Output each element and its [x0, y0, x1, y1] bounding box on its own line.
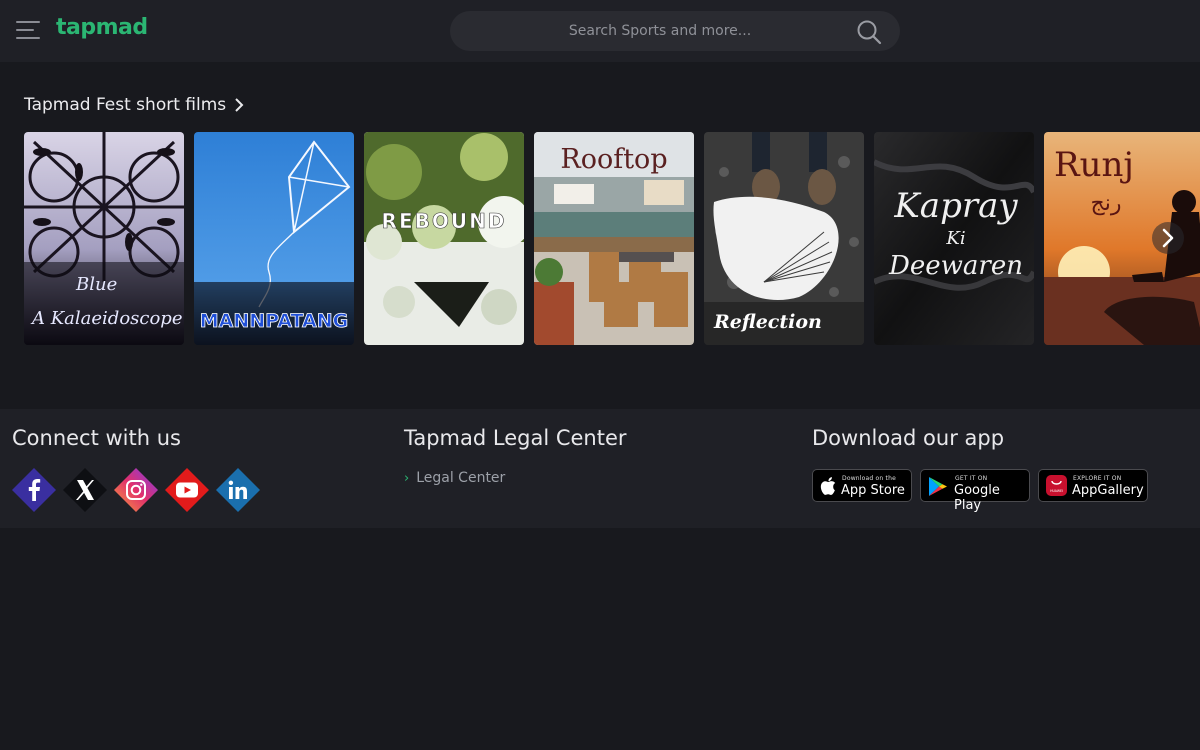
chevron-right-icon [1162, 228, 1174, 248]
x-icon[interactable] [63, 468, 107, 512]
store-large-label: AppGallery [1072, 483, 1144, 498]
apple-icon [820, 477, 836, 495]
youtube-icon[interactable] [165, 468, 209, 512]
search-bar [450, 11, 900, 51]
film-card-kapray-ki-deewaren[interactable]: Kapray Ki Deewaren [874, 132, 1034, 345]
film-poster: Kapray Ki Deewaren [874, 132, 1034, 345]
film-card-rebound[interactable]: REBOUND [364, 132, 524, 345]
app-store-button[interactable]: Download on the App Store [812, 469, 912, 502]
store-small-label: GET IT ON [955, 475, 988, 482]
rail-next-button[interactable] [1152, 222, 1184, 254]
footer: Connect with us Tapmad Legal Center › Le… [0, 409, 1200, 528]
chevron-right-icon: › [404, 470, 410, 486]
store-large-label: App Store [841, 483, 905, 498]
rail-title: Tapmad Fest short films [24, 95, 227, 115]
store-small-label: Download on the [842, 475, 896, 482]
poster-extra-art: Deewaren [888, 251, 1023, 281]
huawei-badge-text: HUAWEI [1050, 489, 1063, 493]
legal-center-label: Legal Center [416, 470, 506, 486]
google-play-button[interactable]: GET IT ON Google Play [920, 469, 1030, 513]
poster-title-art: MANNPATANG [200, 310, 349, 332]
google-play-icon [929, 477, 947, 496]
poster-subtitle-art: Ki [945, 228, 965, 249]
poster-title-art: Kapray [893, 186, 1018, 226]
app-gallery-button[interactable]: HUAWEI EXPLORE IT ON AppGallery [1038, 469, 1148, 502]
poster-title-art: Runj [1054, 145, 1134, 185]
hamburger-icon[interactable] [16, 20, 40, 40]
film-poster: Blue A Kalaeidoscope [24, 132, 184, 345]
legal-center-link[interactable]: › Legal Center [404, 470, 505, 486]
short-films-rail: Blue A Kalaeidoscope MANNPATANG REBOUND … [24, 132, 1200, 345]
film-card-reflection[interactable]: Reflection [704, 132, 864, 345]
instagram-icon[interactable] [114, 468, 158, 512]
film-poster: MANNPATANG [194, 132, 354, 345]
facebook-icon[interactable] [12, 468, 56, 512]
tapmad-logo[interactable]: tapmad [56, 15, 148, 40]
film-card-blue-kalaeidoscope[interactable]: Blue A Kalaeidoscope [24, 132, 184, 345]
linkedin-icon[interactable] [216, 468, 260, 512]
film-card-rooftop[interactable]: Rooftop [534, 132, 694, 345]
film-poster: Rooftop [534, 132, 694, 345]
connect-title: Connect with us [12, 426, 181, 450]
film-poster: REBOUND [364, 132, 524, 345]
legal-title: Tapmad Legal Center [404, 426, 627, 450]
store-large-label: Google Play [954, 483, 1000, 513]
poster-title-art: Blue [75, 274, 117, 295]
poster-title-art: Reflection [713, 311, 822, 333]
poster-title-art: REBOUND [382, 209, 507, 233]
film-card-mannpatang[interactable]: MANNPATANG [194, 132, 354, 345]
store-small-label: EXPLORE IT ON [1073, 475, 1122, 482]
top-header: tapmad [0, 0, 1200, 62]
rail-title-link[interactable]: Tapmad Fest short films [24, 95, 244, 115]
poster-subtitle-art: A Kalaeidoscope [30, 308, 183, 329]
poster-subtitle-art: رنج [1091, 191, 1122, 216]
film-poster: Reflection [704, 132, 864, 345]
poster-title-art: Rooftop [560, 144, 667, 175]
chevron-right-icon [235, 98, 244, 112]
search-input[interactable] [470, 11, 850, 51]
search-icon[interactable] [855, 18, 883, 46]
huawei-appgallery-icon: HUAWEI [1046, 475, 1067, 496]
download-title: Download our app [812, 426, 1005, 450]
